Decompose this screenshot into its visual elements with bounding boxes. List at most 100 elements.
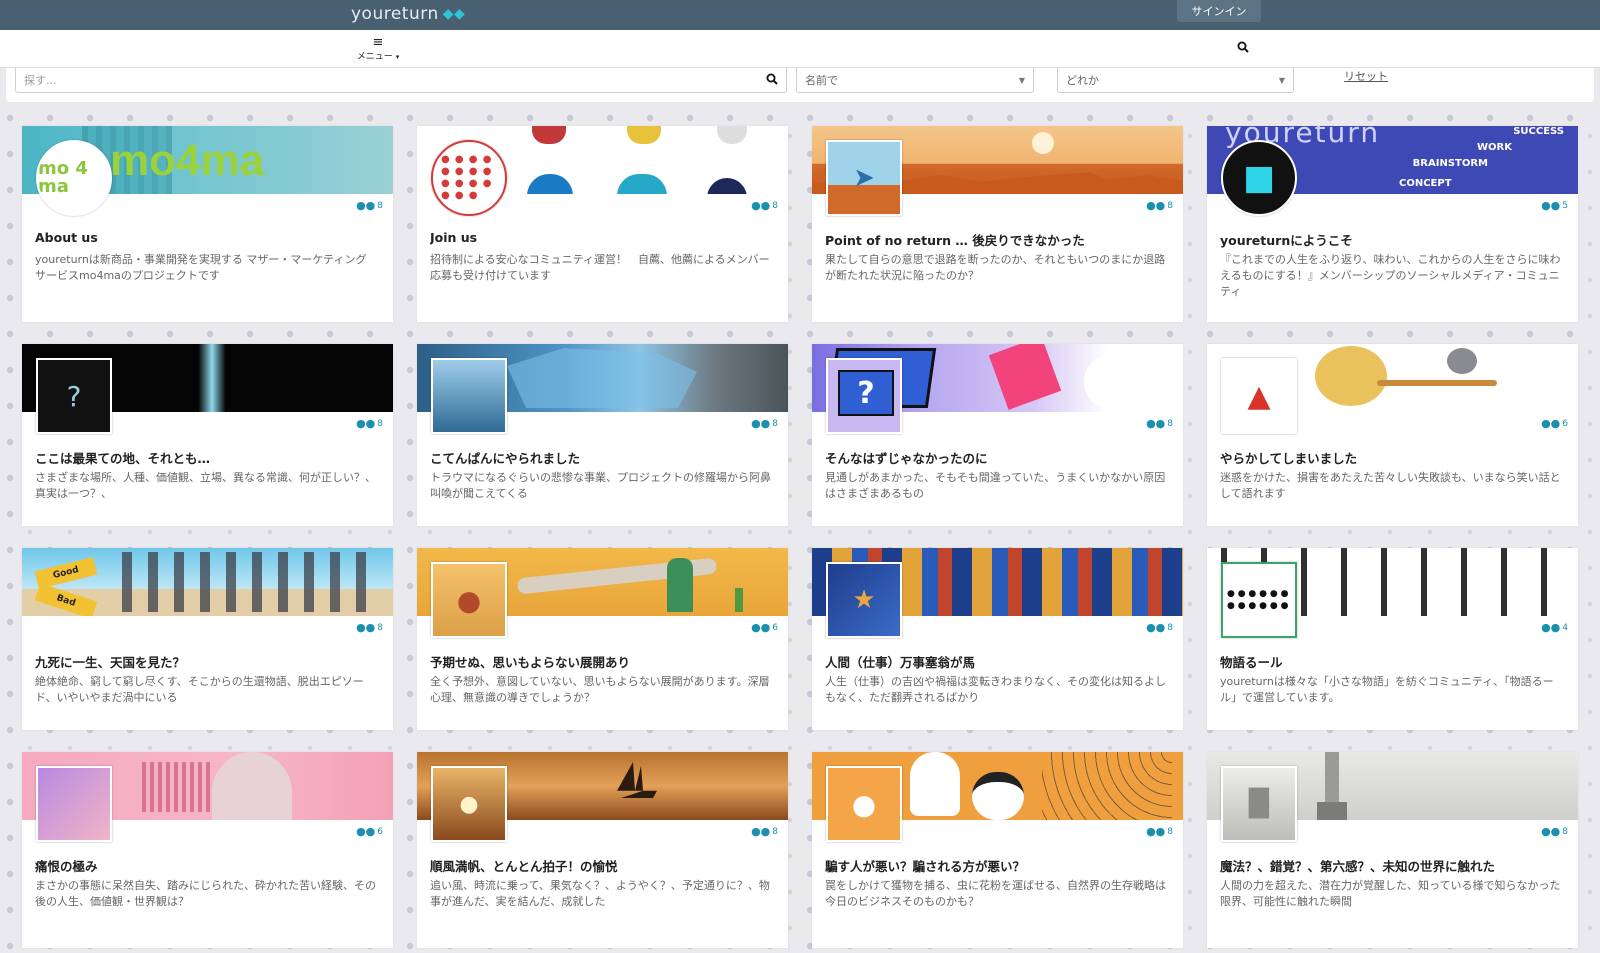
card-thumbnail: ➤: [826, 140, 902, 216]
users-icon: ●●: [1541, 621, 1561, 634]
community-card[interactable]: ● ● ● ● ● ● ● ● ● ● ● ● ● ● ● ●● 8 Join u…: [417, 126, 788, 322]
banner-word-success: SUCCESS: [1513, 126, 1564, 137]
card-title[interactable]: 九死に一生、天国を見た？: [35, 652, 381, 671]
sort-select[interactable]: 名前で ▼: [796, 68, 1034, 93]
users-icon: ●●: [356, 825, 376, 838]
card-title[interactable]: About us: [35, 230, 381, 245]
community-card[interactable]: █ ●● 8 魔法？、錯覚？、第六感？、未知の世界に触れた 人間の力を超えた、潜在…: [1207, 752, 1578, 948]
search-placeholder: 探す...: [24, 74, 57, 87]
search-input[interactable]: 探す...: [15, 68, 787, 93]
card-title[interactable]: 物語るール: [1220, 652, 1566, 671]
card-description: 『これまでの人生をふり返り、味わい、これからの人生をさらに味わえるものにする！』…: [1220, 253, 1561, 298]
member-count: ●● 8: [356, 199, 383, 212]
users-icon: ●●: [1541, 417, 1561, 430]
card-description: 人生（仕事）の吉凶や禍福は変転きわまりなく、その変化は知るよしもなく、ただ翻弄さ…: [825, 675, 1166, 704]
card-thumbnail: █: [1221, 766, 1297, 842]
community-card[interactable]: ● ●● 6 予期せぬ、思いもよらない展開あり 全く予想外、意図していない、思いも…: [417, 548, 788, 730]
card-title[interactable]: 順風満帆、とんとん拍子！の愉悦: [430, 856, 776, 875]
banner-logo-text: mo4ma: [110, 136, 265, 185]
card-thumbnail: ?: [36, 358, 112, 434]
community-card[interactable]: ▲ ●● 6 やらかしてしまいました 迷惑をかけた、損害をあたえた苦々しい失敗談も…: [1207, 344, 1578, 526]
member-count: ●● 4: [1541, 621, 1568, 634]
community-card[interactable]: ➤ ●● 8 Point of no return … 後戻りできなかった 果たし…: [812, 126, 1183, 322]
community-card[interactable]: ? ●● 8 そんなはずじゃなかったのに 見通しがあまかった、そもそも間違っていた…: [812, 344, 1183, 526]
signin-button[interactable]: サインイン: [1177, 0, 1261, 22]
card-description: 果たして自らの意思で退路を断ったのか、それともいつのまにか退路が断たれた状況に陥…: [825, 253, 1166, 282]
users-icon: ●●: [1541, 825, 1561, 838]
card-thumbnail: ●: [826, 766, 902, 842]
search-icon[interactable]: [766, 73, 778, 88]
community-card[interactable]: Good Bad ●● 8 九死に一生、天国を見た？ 絶体絶命、窮して窮し尽くす、…: [22, 548, 393, 730]
menu-button[interactable]: ≡ メニュー ▾: [354, 34, 402, 64]
users-icon: ●●: [356, 417, 376, 430]
card-description: 迷惑をかけた、損害をあたえた苦々しい失敗談も、いまなら笑い話として語れます: [1220, 471, 1561, 500]
users-icon: ●●: [356, 199, 376, 212]
hamburger-icon: ≡: [372, 35, 384, 50]
sign-bad: Bad: [34, 583, 98, 616]
card-title[interactable]: 予期せぬ、思いもよらない展開あり: [430, 652, 776, 671]
card-description: 招待制による安心なコミュニティ運営！ 自薦、他薦によるメンバー応募も受け付けてい…: [430, 253, 770, 282]
card-description: youreturnは様々な「小さな物語」を紡ぐコミュニティ、「物語るール」で運営…: [1220, 675, 1554, 704]
card-description: 見通しがあまかった、そもそも間違っていた、うまくいかなかい原因はさまざまあるもの: [825, 471, 1166, 500]
member-count: ●● 8: [1146, 621, 1173, 634]
member-count: ●● 6: [1541, 417, 1568, 430]
card-title[interactable]: 騙す人が悪い？騙される方が悪い？: [825, 856, 1171, 875]
card-title[interactable]: やらかしてしまいました: [1220, 448, 1566, 467]
card-title[interactable]: 魔法？、錯覚？、第六感？、未知の世界に触れた: [1220, 856, 1566, 875]
card-title[interactable]: ここは最果ての地、それとも…: [35, 448, 381, 467]
member-count: ●● 8: [1146, 199, 1173, 212]
community-card[interactable]: mo4ma mo 4 ma ●● 8 About us youreturnは新商品…: [22, 126, 393, 322]
member-count: ●● 8: [751, 417, 778, 430]
member-count: ●● 8: [1146, 417, 1173, 430]
community-card[interactable]: ★ ●● 8 人間（仕事）万事塞翁が馬 人生（仕事）の吉凶や禍福は変転きわまりなく…: [812, 548, 1183, 730]
community-card[interactable]: ●● 6 痛恨の極み まさかの事態に呆然自失、踏みにじられた、砕かれた苦い経験、そ…: [22, 752, 393, 948]
card-title[interactable]: 痛恨の極み: [35, 856, 381, 875]
card-title[interactable]: 人間（仕事）万事塞翁が馬: [825, 652, 1171, 671]
community-card[interactable]: ●● 8 こてんぱんにやられました トラウマになるぐらいの悲惨な事業、プロジェクト…: [417, 344, 788, 526]
banner-word-work: WORK: [1477, 142, 1512, 153]
card-title[interactable]: youreturnにようこそ: [1220, 230, 1566, 249]
card-description: 全く予想外、意図していない、思いもよらない展開があります。深層心理、無意識の導き…: [430, 675, 770, 704]
users-icon: ●●: [1541, 199, 1561, 212]
brand-logo[interactable]: youreturn ◆◆: [351, 2, 465, 26]
card-title[interactable]: Point of no return … 後戻りできなかった: [825, 230, 1171, 249]
card-thumbnail: ■: [1221, 140, 1297, 216]
member-count: ●● 6: [751, 621, 778, 634]
card-thumbnail: mo 4 ma: [36, 140, 112, 216]
community-card[interactable]: youreturn SUCCESS WORK BRAINSTORM CONCEP…: [1207, 126, 1578, 322]
member-count: ●● 8: [1541, 825, 1568, 838]
users-icon: ●●: [751, 199, 771, 212]
community-card[interactable]: ● ● ● ● ● ● ● ● ● ● ● ● ●● 4 物語るール youret…: [1207, 548, 1578, 730]
member-count: ●● 8: [751, 199, 778, 212]
community-card[interactable]: ? ●● 8 ここは最果ての地、それとも… さまざまな場所、人種、価値観、立場、異…: [22, 344, 393, 526]
community-card[interactable]: ● ●● 8 騙す人が悪い？騙される方が悪い？ 罠をしかけて獲物を捕る、虫に花粉を…: [812, 752, 1183, 948]
users-icon: ●●: [751, 621, 771, 634]
users-icon: ●●: [1146, 825, 1166, 838]
users-icon: ●●: [751, 825, 771, 838]
card-title[interactable]: Join us: [430, 230, 776, 245]
menu-label: メニュー: [356, 52, 393, 62]
card-title[interactable]: こてんぱんにやられました: [430, 448, 776, 467]
card-thumbnail: ▲: [1221, 358, 1297, 434]
community-grid: mo4ma mo 4 ma ●● 8 About us youreturnは新商品…: [22, 126, 1588, 948]
member-count: ●● 5: [1541, 199, 1568, 212]
space-invader-icon: ◆◆: [442, 6, 466, 22]
card-description: まさかの事態に呆然自失、踏みにじられた、砕かれた苦い経験、その後の人生、価値観・…: [35, 879, 376, 908]
brand-name: youreturn: [351, 4, 439, 24]
community-card[interactable]: ● ●● 8 順風満帆、とんとん拍子！の愉悦 追い風、時流に乗って、果気なく？、よ…: [417, 752, 788, 948]
card-title[interactable]: そんなはずじゃなかったのに: [825, 448, 1171, 467]
users-icon: ●●: [356, 621, 376, 634]
search-icon[interactable]: [1237, 41, 1249, 57]
category-select[interactable]: どれか ▼: [1057, 68, 1294, 93]
reset-link[interactable]: リセット: [1344, 68, 1388, 84]
filter-bar: 探す... 名前で ▼ どれか ▼ リセット: [6, 68, 1594, 102]
chevron-down-icon: ▼: [1278, 75, 1285, 85]
category-select-value: どれか: [1066, 74, 1099, 87]
card-description: トラウマになるぐらいの悲惨な事業、プロジェクトの修羅場から阿鼻叫喚が聞こえてくる: [430, 471, 771, 500]
card-description: 罠をしかけて獲物を捕る、虫に花粉を運ばせる、自然界の生存戦略は今日のビジネスその…: [825, 879, 1166, 908]
banner-word-brainstorm: BRAINSTORM: [1412, 158, 1488, 169]
card-thumbnail: ?: [826, 358, 902, 434]
card-thumbnail: ●: [431, 562, 507, 638]
card-description: 人間の力を超えた、潜在力が覚醒した、知っている様で知らなかった限界、可能性に触れ…: [1220, 879, 1561, 908]
users-icon: ●●: [1146, 199, 1166, 212]
